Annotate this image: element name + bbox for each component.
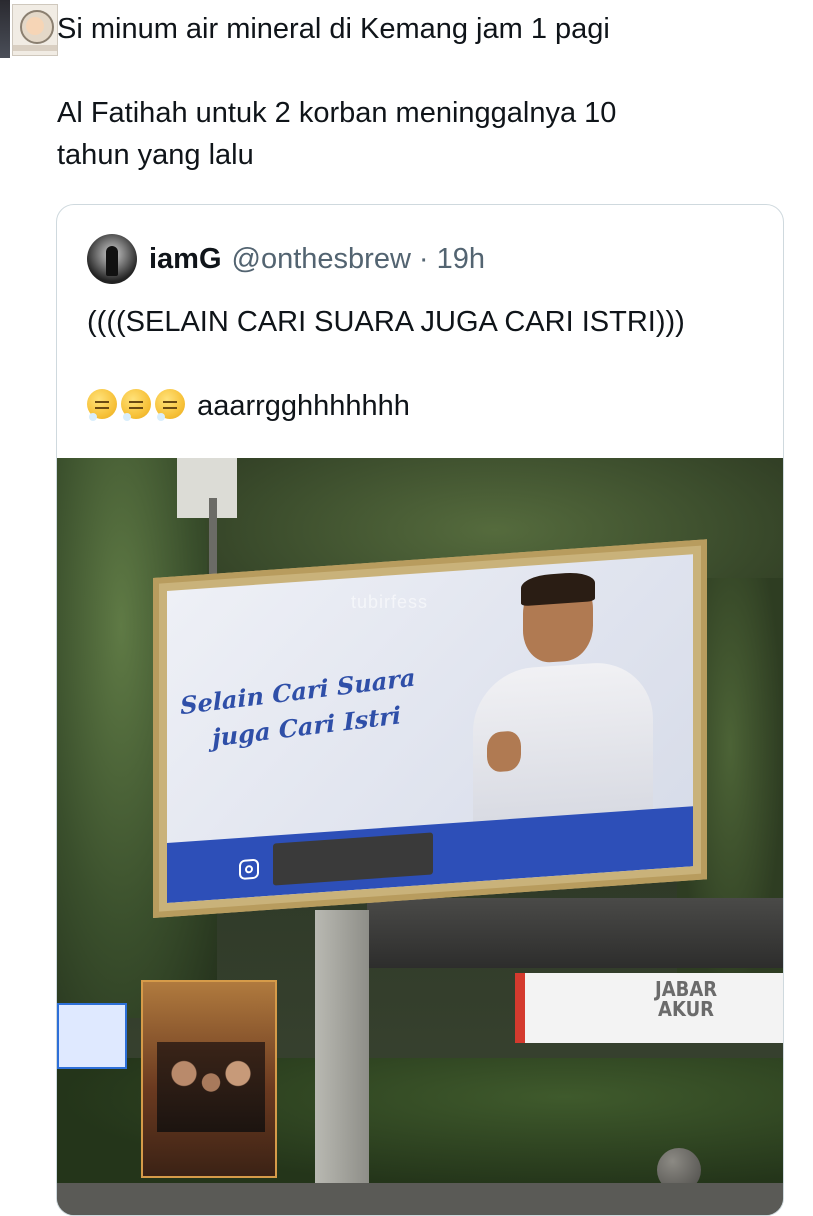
quoted-tweet-line-1: ((((SELAIN CARI SUARA JUGA CARI ISTRI))) [87, 306, 685, 338]
avatar-face [26, 17, 44, 35]
photo-poster-left [141, 980, 277, 1178]
billboard-panel: Selain Cari Suara juga Cari Istri [167, 554, 693, 904]
billboard-person-hair [521, 571, 595, 607]
quoted-tweet-line-2-text: aaarrgghhhhhhh [197, 390, 410, 422]
billboard-blue-stripe [167, 806, 693, 904]
billboard-person-hand [487, 730, 521, 773]
quoted-tweet-photo[interactable]: JABAR AKUR Selain Cari Suara juga Cari I… [57, 458, 783, 1215]
instagram-icon [239, 858, 259, 880]
tweet-line-2: Al Fatihah untuk 2 korban meninggalnya 1… [57, 97, 617, 171]
quoted-tweet-time[interactable]: · 19h [419, 243, 485, 276]
banner-text-line-2: AKUR [658, 997, 715, 1021]
weary-face-emoji-icon [155, 389, 185, 421]
banner-text: JABAR AKUR [655, 979, 717, 1019]
photo-sky [177, 458, 237, 518]
billboard-post [315, 910, 369, 1215]
billboard: Selain Cari Suara juga Cari Istri [153, 539, 707, 918]
photo-building-roof [367, 898, 783, 968]
weary-face-emoji-icon [87, 389, 117, 421]
avatar-image [12, 4, 58, 56]
banner-text-line-1: JABAR [655, 977, 718, 1001]
photo-ground [57, 1183, 783, 1215]
quoted-tweet-header: iamG @onthesbrew · 19h [87, 233, 485, 285]
tweet-line-1: Si minum air mineral di Kemang jam 1 pag… [57, 13, 610, 45]
quoted-author-name[interactable]: iamG [149, 243, 222, 276]
avatar-caption [13, 45, 57, 51]
quoted-author-avatar[interactable] [87, 234, 137, 284]
quoted-tweet-body: ((((SELAIN CARI SUARA JUGA CARI ISTRI)))… [87, 301, 747, 427]
avatar-side-strip [0, 0, 10, 58]
photo-watermark: tubirfess [351, 592, 429, 612]
redacted-handle-box [273, 832, 433, 886]
quoted-tweet-line-2: aaarrgghhhhhhh [87, 385, 747, 427]
poster-avatar[interactable] [0, 0, 58, 58]
photo-banner-right: JABAR AKUR [515, 973, 783, 1043]
billboard-slogan: Selain Cari Suara juga Cari Istri [179, 660, 418, 760]
photo-poster-small [57, 1003, 127, 1069]
weary-face-emoji-icon [121, 389, 151, 421]
poster-people [157, 1042, 265, 1132]
quoted-tweet-card[interactable]: iamG @onthesbrew · 19h ((((SELAIN CARI S… [56, 204, 784, 1216]
quoted-author-handle[interactable]: @onthesbrew [232, 243, 411, 276]
tweet-text: Si minum air mineral di Kemang jam 1 pag… [57, 8, 777, 176]
